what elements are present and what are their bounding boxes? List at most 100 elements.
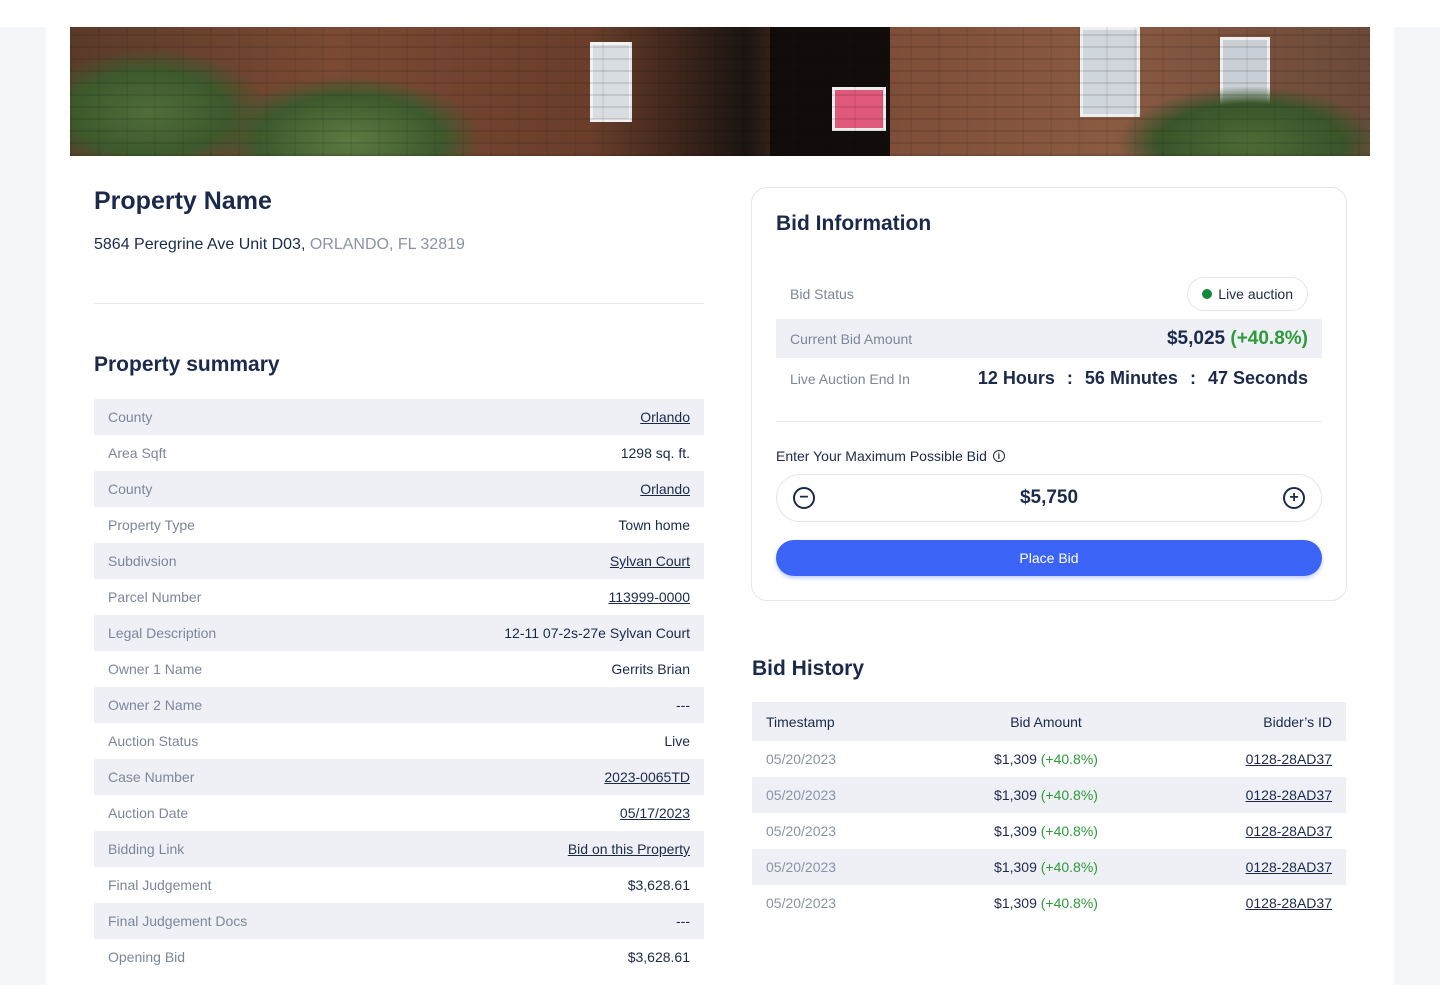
bid-amount-value: $1,309 (994, 751, 1037, 767)
bid-amount-cell: $1,309 (+40.8%) (966, 895, 1126, 911)
current-bid-label: Current Bid Amount (790, 330, 913, 347)
bid-info-title: Bid Information (776, 212, 932, 235)
status-badge-text: Live auction (1218, 285, 1293, 302)
summary-value-link[interactable]: Orlando (640, 481, 690, 497)
summary-label: Parcel Number (108, 589, 202, 605)
bid-status-row: Bid Status Live auction (776, 274, 1322, 313)
summary-value: $3,628.61 (627, 949, 690, 965)
table-row: Final Judgement $3,628.61 (94, 867, 704, 903)
bidder-id-link[interactable]: 0128-28AD37 (1126, 859, 1332, 875)
info-icon[interactable]: i (992, 450, 1005, 462)
table-row: Auction Status Live (94, 723, 704, 759)
summary-label: Final Judgement Docs (108, 913, 248, 929)
property-address: 5864 Peregrine Ave Unit D03, ORLANDO, FL… (94, 236, 465, 254)
max-bid-label: Enter Your Maximum Possible Bid i (776, 448, 1005, 464)
current-bid-change: (+40.8%) (1230, 327, 1308, 349)
summary-label: Area Sqft (108, 445, 167, 461)
table-row: Case Number 2023-0065TD (94, 759, 704, 795)
summary-label: County (108, 409, 153, 425)
bid-amount-change: (+40.8%) (1040, 823, 1098, 839)
header-bid-amount: Bid Amount (1010, 713, 1082, 730)
timestamp-cell: 05/20/2023 (766, 823, 837, 839)
summary-label: Owner 1 Name (108, 661, 203, 677)
header-timestamp: Timestamp (766, 713, 835, 730)
table-row: 05/20/2023 $1,309 (+40.8%) 0128-28AD37 (752, 777, 1346, 813)
summary-label: Auction Status (108, 733, 199, 749)
summary-value-link[interactable]: 113999-0000 (609, 589, 690, 605)
summary-value: 12-11 07-2s-27e Sylvan Court (504, 625, 690, 641)
countdown-hours: 12 Hours (977, 368, 1055, 388)
property-title: Property Name (94, 187, 272, 215)
summary-value: Gerrits Brian (611, 661, 690, 677)
countdown-minutes: 56 Minutes (1084, 368, 1178, 388)
property-street: 5864 Peregrine Ave Unit D03, (94, 236, 306, 253)
summary-label: Opening Bid (108, 949, 186, 965)
summary-value: 1298 sq. ft. (620, 445, 690, 461)
table-row: County Orlando (94, 399, 704, 435)
max-bid-value[interactable]: $5,750 (1020, 487, 1078, 509)
summary-value-link[interactable]: Sylvan Court (610, 553, 690, 569)
bid-history-title: Bid History (752, 657, 865, 680)
table-row: Parcel Number 113999-0000 (94, 579, 704, 615)
property-photo (70, 27, 1370, 156)
bid-amount-value: $1,309 (994, 823, 1037, 839)
bidder-id-link[interactable]: 0128-28AD37 (1126, 823, 1332, 839)
summary-label: Legal Description (108, 625, 217, 641)
table-row: Bidding Link Bid on this Property (94, 831, 704, 867)
countdown-seconds: 47 Seconds (1207, 368, 1308, 388)
minus-circle-icon[interactable]: − (793, 487, 815, 509)
table-header: Timestamp Bid Amount Bidder’s ID (752, 702, 1346, 741)
header-bidder-id: Bidder’s ID (1263, 713, 1332, 730)
table-row: Owner 2 Name --- (94, 687, 704, 723)
summary-label: Final Judgement (108, 877, 212, 893)
divider (94, 303, 704, 304)
table-row: 05/20/2023 $1,309 (+40.8%) 0128-28AD37 (752, 813, 1346, 849)
property-detail-page: Property Name 5864 Peregrine Ave Unit D0… (46, 27, 1394, 985)
current-bid-value: $5,025 (1166, 327, 1226, 349)
bid-information-card: Bid Information Bid Status Live auction … (751, 187, 1347, 601)
max-bid-stepper: − $5,750 + (776, 474, 1322, 522)
summary-label: Bidding Link (108, 841, 185, 857)
bid-amount-cell: $1,309 (+40.8%) (966, 787, 1126, 803)
table-row: Subdivsion Sylvan Court (94, 543, 704, 579)
table-row: Legal Description 12-11 07-2s-27e Sylvan … (94, 615, 704, 651)
plus-circle-icon[interactable]: + (1283, 487, 1305, 509)
summary-label: Auction Date (108, 805, 189, 821)
divider (776, 421, 1322, 422)
timestamp-cell: 05/20/2023 (766, 859, 837, 875)
place-bid-button[interactable]: Place Bid (776, 540, 1322, 576)
bid-amount-value: $1,309 (994, 895, 1037, 911)
current-bid-amount: $5,025 (+40.8%) (1167, 328, 1308, 350)
table-row: Auction Date 05/17/2023 (94, 795, 704, 831)
summary-value-link[interactable]: Bid on this Property (568, 841, 690, 857)
summary-value: Town home (618, 517, 690, 533)
auction-end-row: Live Auction End In 12 Hours : 56 Minute… (776, 359, 1322, 398)
summary-value: --- (676, 697, 690, 713)
table-row: 05/20/2023 $1,309 (+40.8%) 0128-28AD37 (752, 885, 1346, 921)
summary-title: Property summary (94, 353, 280, 376)
bid-history-table: Timestamp Bid Amount Bidder’s ID 05/20/2… (752, 702, 1346, 921)
summary-label: Owner 2 Name (108, 697, 203, 713)
table-row: 05/20/2023 $1,309 (+40.8%) 0128-28AD37 (752, 849, 1346, 885)
summary-label: Subdivsion (108, 553, 177, 569)
bidder-id-link[interactable]: 0128-28AD37 (1126, 787, 1332, 803)
summary-value-link[interactable]: 2023-0065TD (604, 769, 690, 785)
table-row: Owner 1 Name Gerrits Brian (94, 651, 704, 687)
current-bid-row: Current Bid Amount $5,025 (+40.8%) (776, 319, 1322, 358)
bid-amount-value: $1,309 (994, 787, 1037, 803)
table-row: County Orlando (94, 471, 704, 507)
bidder-id-link[interactable]: 0128-28AD37 (1126, 751, 1332, 767)
bid-status-label: Bid Status (790, 285, 854, 302)
summary-value-link[interactable]: 05/17/2023 (620, 805, 690, 821)
timestamp-cell: 05/20/2023 (766, 751, 837, 767)
summary-value: Live (664, 733, 690, 749)
bid-amount-cell: $1,309 (+40.8%) (966, 751, 1126, 767)
bidder-id-link[interactable]: 0128-28AD37 (1126, 895, 1332, 911)
table-row: Area Sqft 1298 sq. ft. (94, 435, 704, 471)
summary-label: Case Number (108, 769, 195, 785)
table-row: Property Type Town home (94, 507, 704, 543)
max-bid-label-text: Enter Your Maximum Possible Bid (776, 448, 987, 464)
top-bar (0, 0, 1440, 27)
summary-value-link[interactable]: Orlando (640, 409, 690, 425)
summary-label: Property Type (108, 517, 195, 533)
